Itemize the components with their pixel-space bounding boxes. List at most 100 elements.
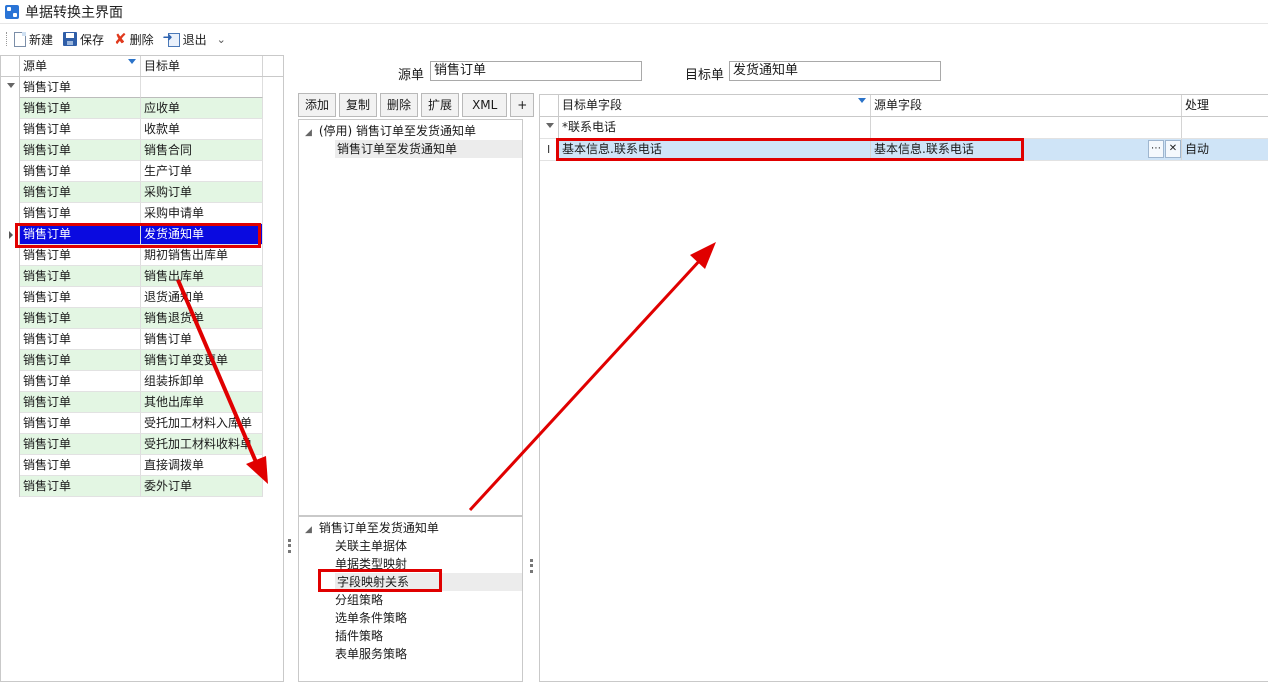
cell-target[interactable]: 直接调拨单	[141, 455, 263, 476]
table-row[interactable]: 销售订单 受托加工材料收料单	[1, 434, 283, 455]
ellipsis-browse-button[interactable]: ⋯	[1148, 140, 1164, 158]
filter-cell-source[interactable]: 销售订单	[20, 77, 141, 98]
filter-icon[interactable]	[858, 98, 866, 103]
cell-source[interactable]: 销售订单	[20, 98, 141, 119]
filter-cell-target[interactable]	[141, 77, 263, 98]
toolbar-more-dropdown[interactable]: ⌄	[217, 33, 226, 46]
column-header-target[interactable]: 目标单	[141, 56, 263, 76]
filter-icon[interactable]	[128, 59, 136, 64]
cell-source[interactable]: 销售订单	[20, 350, 141, 371]
cell-source[interactable]: 销售订单	[20, 245, 141, 266]
cell-source-field[interactable]: 基本信息.联系电话 ⋯ ✕	[871, 139, 1182, 160]
strategy-item[interactable]: 选单条件策略	[335, 609, 407, 627]
source-field[interactable]: 销售订单	[430, 61, 642, 81]
rule-tree-root[interactable]: ◢ (停用) 销售订单至发货通知单	[305, 122, 476, 140]
cell-target[interactable]: 采购申请单	[141, 203, 263, 224]
add-rule-button[interactable]: 添加	[298, 93, 337, 117]
extend-rule-button[interactable]: 扩展	[421, 93, 460, 117]
strategy-item[interactable]: 关联主单据体	[335, 537, 407, 555]
table-row[interactable]: 销售订单 采购申请单	[1, 203, 283, 224]
filter-cell-target-field[interactable]: *联系电话	[559, 117, 871, 138]
table-row[interactable]: 销售订单 退货通知单	[1, 287, 283, 308]
delete-button[interactable]: ✘ 删除	[114, 31, 154, 48]
cell-source[interactable]: 销售订单	[20, 455, 141, 476]
cell-source[interactable]: 销售订单	[20, 476, 141, 497]
cell-source[interactable]: 销售订单	[20, 119, 141, 140]
table-row[interactable]: 销售订单 销售出库单	[1, 266, 283, 287]
cell-target[interactable]: 销售出库单	[141, 266, 263, 287]
middle-splitter-handle[interactable]	[530, 559, 533, 573]
cell-source[interactable]: 销售订单	[20, 287, 141, 308]
strategy-item[interactable]: 单据类型映射	[335, 555, 407, 573]
cell-source[interactable]: 销售订单	[20, 266, 141, 287]
cell-target[interactable]: 应收单	[141, 98, 263, 119]
cell-target[interactable]: 受托加工材料收料单	[141, 434, 263, 455]
table-row[interactable]: 销售订单 收款单	[1, 119, 283, 140]
new-button[interactable]: 新建	[14, 31, 53, 48]
cell-process[interactable]: 自动	[1182, 139, 1268, 160]
cell-target[interactable]: 受托加工材料入库单	[141, 413, 263, 434]
table-row[interactable]: 销售订单 销售订单	[1, 329, 283, 350]
clear-x-button[interactable]: ✕	[1165, 140, 1181, 158]
table-row[interactable]: 销售订单 销售退货单	[1, 308, 283, 329]
cell-source[interactable]: 销售订单	[20, 182, 141, 203]
delete-rule-button[interactable]: 删除	[380, 93, 419, 117]
cell-target[interactable]: 销售退货单	[141, 308, 263, 329]
mapping-filter-row[interactable]: *联系电话	[540, 117, 1268, 139]
cell-target[interactable]: 委外订单	[141, 476, 263, 497]
cell-source[interactable]: 销售订单	[20, 413, 141, 434]
cell-target[interactable]: 其他出库单	[141, 392, 263, 413]
cell-source[interactable]: 销售订单	[20, 203, 141, 224]
mapping-row[interactable]: I 基本信息.联系电话 基本信息.联系电话 ⋯ ✕ 自动	[540, 139, 1268, 161]
cell-source[interactable]: 销售订单	[20, 371, 141, 392]
save-button[interactable]: 保存	[63, 31, 104, 48]
cell-target[interactable]: 发货通知单	[141, 224, 263, 245]
left-splitter-handle[interactable]	[288, 539, 291, 553]
column-header-target-field[interactable]: 目标单字段	[559, 95, 871, 116]
target-field[interactable]: 发货通知单	[729, 61, 941, 81]
filter-row[interactable]: 销售订单	[1, 77, 283, 98]
cell-target[interactable]: 采购订单	[141, 182, 263, 203]
column-header-source[interactable]: 源单	[20, 56, 141, 76]
table-row[interactable]: 销售订单 委外订单	[1, 476, 283, 497]
cell-target[interactable]: 销售订单变更单	[141, 350, 263, 371]
xml-button[interactable]: XML	[462, 93, 508, 117]
table-row[interactable]: 销售订单 销售合同	[1, 140, 283, 161]
filter-cell-source-field[interactable]	[871, 117, 1182, 138]
cell-target[interactable]: 退货通知单	[141, 287, 263, 308]
more-rule-button[interactable]: +	[510, 93, 535, 117]
table-row[interactable]: 销售订单 期初销售出库单	[1, 245, 283, 266]
strategy-item[interactable]: 插件策略	[335, 627, 383, 645]
table-row[interactable]: 销售订单 受托加工材料入库单	[1, 413, 283, 434]
table-row[interactable]: 销售订单 生产订单	[1, 161, 283, 182]
cell-target[interactable]: 销售合同	[141, 140, 263, 161]
cell-target[interactable]: 收款单	[141, 119, 263, 140]
strategy-tree-root[interactable]: ◢ 销售订单至发货通知单	[305, 519, 439, 537]
cell-source[interactable]: 销售订单	[20, 434, 141, 455]
table-row[interactable]: 销售订单 组装拆卸单	[1, 371, 283, 392]
exit-button[interactable]: 退出	[163, 30, 207, 48]
column-header-source-field[interactable]: 源单字段	[871, 95, 1182, 116]
cell-target[interactable]: 销售订单	[141, 329, 263, 350]
strategy-item[interactable]: 分组策略	[335, 591, 383, 609]
table-row[interactable]: 销售订单 直接调拨单	[1, 455, 283, 476]
rule-tree-item[interactable]: 销售订单至发货通知单	[335, 140, 522, 158]
table-row[interactable]: 销售订单 应收单	[1, 98, 283, 119]
cell-target[interactable]: 生产订单	[141, 161, 263, 182]
cell-source[interactable]: 销售订单	[20, 161, 141, 182]
cell-target-field[interactable]: 基本信息.联系电话	[559, 139, 871, 160]
expand-arrow-icon[interactable]: ◢	[305, 521, 315, 539]
table-row[interactable]: 销售订单 其他出库单	[1, 392, 283, 413]
column-header-process[interactable]: 处理	[1182, 95, 1268, 116]
table-row[interactable]: 销售订单 销售订单变更单	[1, 350, 283, 371]
table-row[interactable]: 销售订单 采购订单	[1, 182, 283, 203]
cell-source[interactable]: 销售订单	[20, 392, 141, 413]
cell-target[interactable]: 组装拆卸单	[141, 371, 263, 392]
cell-source[interactable]: 销售订单	[20, 140, 141, 161]
cell-source[interactable]: 销售订单	[20, 329, 141, 350]
strategy-item[interactable]: 表单服务策略	[335, 645, 407, 663]
cell-source[interactable]: 销售订单	[20, 308, 141, 329]
strategy-item[interactable]: 字段映射关系	[335, 573, 522, 591]
cell-target[interactable]: 期初销售出库单	[141, 245, 263, 266]
filter-cell-process[interactable]	[1182, 117, 1268, 138]
